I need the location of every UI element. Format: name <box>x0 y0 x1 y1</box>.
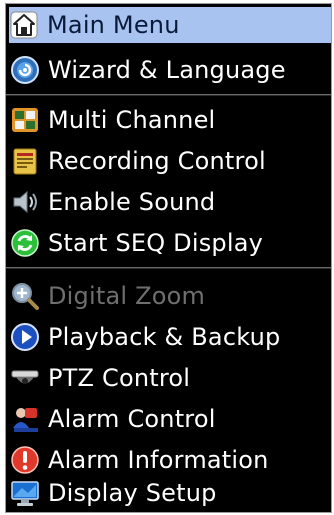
menu-separator <box>6 94 331 96</box>
home-icon <box>10 11 38 39</box>
wizard-icon <box>11 56 39 84</box>
menu-separator <box>6 267 331 269</box>
menu-item-enable-sound[interactable]: Enable Sound <box>10 184 327 220</box>
refresh-icon <box>11 229 39 257</box>
menu-item-label: Multi Channel <box>48 106 216 134</box>
menu-item-alarm-information[interactable]: Alarm Information <box>10 442 327 478</box>
menu-item-label: Alarm Information <box>48 446 269 474</box>
menu-item-multi-channel[interactable]: Multi Channel <box>10 102 327 138</box>
menu-item-label: Enable Sound <box>48 188 216 216</box>
menu-item-label: Recording Control <box>48 147 266 175</box>
recording-icon <box>13 148 37 175</box>
menu-item-label: Start SEQ Display <box>48 229 264 257</box>
context-menu: Main Menu Wizard & Language Multi Channe… <box>5 3 332 513</box>
menu-item-label: Main Menu <box>47 11 180 39</box>
menu-item-label: Digital Zoom <box>48 282 206 310</box>
menu-item-main-menu[interactable]: Main Menu <box>9 7 331 43</box>
menu-item-recording-control[interactable]: Recording Control <box>10 143 327 179</box>
menu-item-ptz-control[interactable]: PTZ Control <box>10 360 327 396</box>
dome-camera-icon <box>11 370 39 384</box>
menu-item-label: Alarm Control <box>48 405 216 433</box>
multi-channel-icon <box>12 108 38 132</box>
play-icon <box>11 323 39 351</box>
menu-item-label: PTZ Control <box>48 364 191 392</box>
alert-icon <box>11 446 39 474</box>
menu-item-label: Wizard & Language <box>48 56 286 84</box>
menu-item-label: Playback & Backup <box>48 323 281 351</box>
menu-item-digital-zoom: Digital Zoom <box>10 278 327 314</box>
menu-item-display-setup[interactable]: Display Setup <box>10 475 327 511</box>
alarm-icon <box>13 408 38 432</box>
menu-item-wizard-language[interactable]: Wizard & Language <box>10 52 327 88</box>
menu-item-alarm-control[interactable]: Alarm Control <box>10 401 327 437</box>
menu-item-start-seq-display[interactable]: Start SEQ Display <box>10 225 327 261</box>
menu-item-label: Display Setup <box>48 479 217 507</box>
monitor-icon <box>11 481 39 506</box>
zoom-icon <box>12 283 39 310</box>
menu-item-playback-backup[interactable]: Playback & Backup <box>10 319 327 355</box>
speaker-icon <box>13 190 37 214</box>
